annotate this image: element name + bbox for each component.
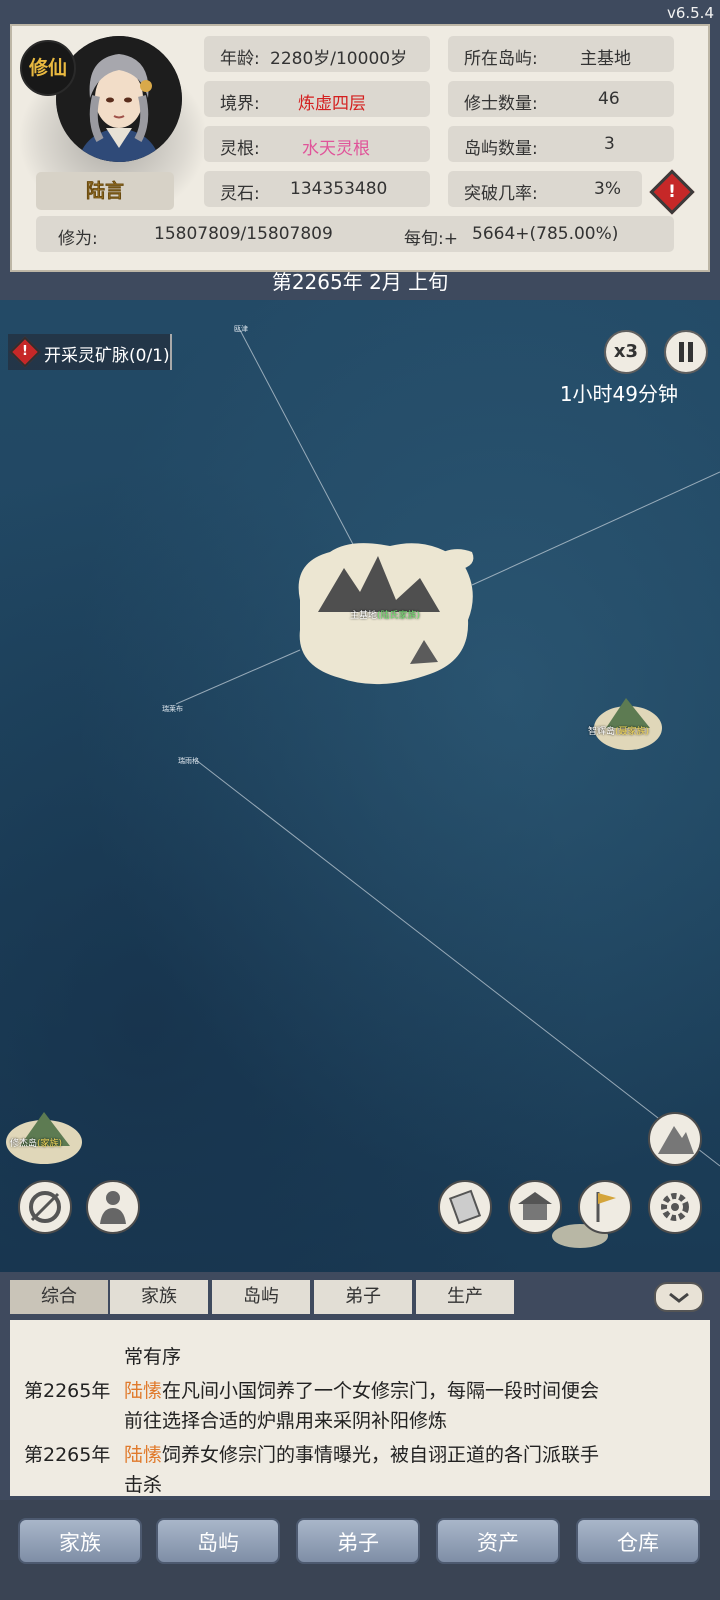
log-line: 第2265年 陆愫在凡间小国饲养了一个女修宗门，每隔一段时间便会 xyxy=(24,1380,600,1402)
per-period-value: 5664+(785.00%) xyxy=(472,224,619,244)
age-label: 年龄: xyxy=(220,49,260,69)
realm-cell: 境界: 炼虚四层 xyxy=(204,81,430,117)
character-name[interactable]: 陆言 xyxy=(36,172,174,210)
scroll-icon xyxy=(448,1189,482,1225)
pause-button[interactable] xyxy=(664,330,708,374)
nav-islands[interactable]: 岛屿 xyxy=(156,1518,280,1564)
quest-text: 开采灵矿脉(0/1) xyxy=(44,346,170,366)
scroll-button[interactable] xyxy=(438,1180,492,1234)
stats-card: 修仙 陆言 年龄: 2280岁/10000岁 境界: 炼虚四层 灵根: 水天灵根… xyxy=(10,24,710,272)
cultivators-label: 修士数量: xyxy=(464,94,538,114)
arena-icon xyxy=(29,1191,61,1223)
breakthrough-value: 3% xyxy=(594,179,621,199)
tab-disciples[interactable]: 弟子 xyxy=(314,1280,412,1314)
islands-count-label: 岛屿数量: xyxy=(464,139,538,159)
disciple-button[interactable] xyxy=(86,1180,140,1234)
root-value: 水天灵根 xyxy=(302,139,370,159)
pause-icon xyxy=(679,342,693,362)
quest-tracker[interactable]: ! 开采灵矿脉(0/1) xyxy=(8,334,172,370)
breakthrough-alert-icon[interactable]: ! xyxy=(649,169,695,215)
world-map[interactable]: 主基地(陆氏家族) 智辉岛(聂家族) 修杰岛(家族) 瓯津 瑞莱布 瑞雨格 ! … xyxy=(0,300,720,1272)
tab-family[interactable]: 家族 xyxy=(110,1280,208,1314)
person-icon xyxy=(100,1191,126,1224)
quest-alert-icon: ! xyxy=(9,336,41,368)
settings-button[interactable] xyxy=(648,1180,702,1234)
map-location-label: 瓯津 xyxy=(234,325,248,333)
cultivators-value: 46 xyxy=(598,89,620,109)
avatar[interactable] xyxy=(56,36,182,162)
mountain-icon xyxy=(658,1126,694,1154)
map-location-label: 瑞雨格 xyxy=(178,757,199,765)
southwest-island-label[interactable]: 修杰岛(家族) xyxy=(10,1136,62,1149)
cultivators-cell: 修士数量: 46 xyxy=(448,81,674,117)
game-date: 第2265年 2月 上旬 xyxy=(271,270,449,294)
version-label: v6.5.4 xyxy=(666,4,714,22)
island-value: 主基地 xyxy=(580,49,631,69)
island-label: 所在岛屿: xyxy=(464,49,538,69)
spirit-stone-label: 灵石: xyxy=(220,184,260,204)
nav-family[interactable]: 家族 xyxy=(18,1518,142,1564)
east-island-label[interactable]: 智辉岛(聂家族) xyxy=(588,724,649,737)
log-line: 击杀 xyxy=(124,1474,163,1496)
temple-icon xyxy=(518,1192,552,1220)
xiuwei-value: 15807809/15807809 xyxy=(154,224,333,244)
log-line: 第2265年 陆愫饲养女修宗门的事情曝光，被自诩正道的各门派联手 xyxy=(24,1444,600,1466)
cultivation-badge[interactable]: 修仙 xyxy=(20,40,76,96)
tab-production[interactable]: 生产 xyxy=(416,1280,514,1314)
root-cell: 灵根: 水天灵根 xyxy=(204,126,430,162)
mountain-button[interactable] xyxy=(648,1112,702,1166)
tab-islands[interactable]: 岛屿 xyxy=(212,1280,310,1314)
xiuwei-label: 修为: xyxy=(58,229,98,249)
log-line: 常有序 xyxy=(124,1346,182,1368)
main-island-label[interactable]: 主基地(陆氏家族) xyxy=(350,608,420,621)
character-panel: v6.5.4 修仙 陆言 年龄: 2280岁/10000岁 境界: 炼虚四层 灵… xyxy=(0,0,720,300)
flag-button[interactable] xyxy=(578,1180,632,1234)
nav-disciples[interactable]: 弟子 xyxy=(296,1518,420,1564)
tab-all[interactable]: 综合 xyxy=(10,1280,108,1314)
xiuwei-row: 修为: 15807809/15807809 每旬:+ 5664+(785.00%… xyxy=(36,216,674,252)
session-timer: 1小时49分钟 xyxy=(559,382,678,406)
island-cell: 所在岛屿: 主基地 xyxy=(448,36,674,72)
nav-warehouse[interactable]: 仓库 xyxy=(576,1518,700,1564)
age-value: 2280岁/10000岁 xyxy=(270,49,408,69)
speed-button[interactable]: x3 xyxy=(604,330,648,374)
root-label: 灵根: xyxy=(220,139,260,159)
bottom-navigation: 家族 岛屿 弟子 资产 仓库 xyxy=(0,1500,720,1600)
breakthrough-label: 突破几率: xyxy=(464,184,538,204)
arena-button[interactable] xyxy=(18,1180,72,1234)
breakthrough-cell: 突破几率: 3% xyxy=(448,171,642,207)
event-log-panel: 综合 家族 岛屿 弟子 生产 常有序 第2265年 陆愫在凡间小国饲养了一个女修宗… xyxy=(0,1272,720,1500)
event-log[interactable]: 常有序 第2265年 陆愫在凡间小国饲养了一个女修宗门，每隔一段时间便会 前往选择… xyxy=(10,1320,710,1496)
log-expand-button[interactable] xyxy=(654,1282,704,1312)
flag-icon xyxy=(596,1192,616,1222)
spirit-stone-cell: 灵石: 134353480 xyxy=(204,171,430,207)
nav-assets[interactable]: 资产 xyxy=(436,1518,560,1564)
sea-routes xyxy=(6,329,720,1248)
spirit-stone-value: 134353480 xyxy=(290,179,388,199)
sect-hall-button[interactable] xyxy=(508,1180,562,1234)
islands-count-cell: 岛屿数量: 3 xyxy=(448,126,674,162)
map-location-label: 瑞莱布 xyxy=(162,705,183,713)
age-cell: 年龄: 2280岁/10000岁 xyxy=(204,36,430,72)
realm-value: 炼虚四层 xyxy=(298,94,366,114)
realm-label: 境界: xyxy=(220,94,260,114)
per-period-label: 每旬:+ xyxy=(404,229,458,249)
gear-icon xyxy=(661,1193,689,1221)
log-line: 前往选择合适的炉鼎用来采阴补阳修炼 xyxy=(124,1410,448,1432)
expand-icon xyxy=(669,1292,689,1303)
islands-count-value: 3 xyxy=(604,134,615,154)
